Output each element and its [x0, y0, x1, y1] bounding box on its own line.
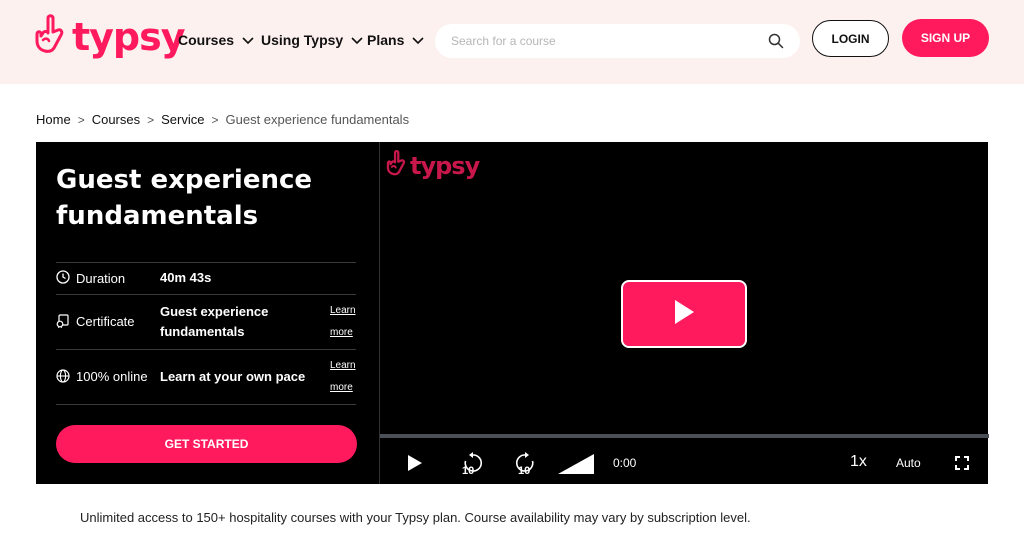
time-display: 0:00 — [613, 456, 637, 470]
online-learn-more-link[interactable]: Learn more — [330, 355, 360, 399]
login-button[interactable]: LOGIN — [812, 20, 889, 57]
play-icon[interactable] — [407, 454, 423, 477]
search-box — [435, 24, 800, 58]
certificate-label: Certificate — [76, 314, 135, 329]
course-title: Guest experience fundamentals — [56, 165, 313, 231]
duration-value: 40m 43s — [160, 270, 212, 285]
fullscreen-icon[interactable] — [955, 456, 969, 475]
volume-slider[interactable] — [557, 453, 595, 480]
big-play-button[interactable] — [621, 280, 747, 348]
chevron-down-icon — [242, 32, 254, 48]
quality-button[interactable]: Auto — [896, 456, 921, 470]
get-started-button[interactable]: GET STARTED — [56, 425, 357, 463]
hand-logo-icon — [34, 14, 68, 59]
breadcrumb-home[interactable]: Home — [36, 112, 71, 127]
breadcrumb-current: Guest experience fundamentals — [225, 112, 410, 127]
breadcrumb-separator: > — [77, 112, 85, 127]
divider — [56, 262, 356, 263]
certificate-learn-more-link[interactable]: Learn more — [330, 300, 360, 344]
breadcrumb-courses[interactable]: Courses — [92, 112, 140, 127]
online-label: 100% online — [76, 369, 148, 384]
play-icon — [673, 299, 695, 330]
rewind-10-icon[interactable]: 10 — [460, 450, 486, 481]
breadcrumb-service[interactable]: Service — [161, 112, 204, 127]
site-header: typsy Courses Using Typsy Plans LOGIN SI… — [0, 0, 1024, 84]
nav-plans-label: Plans — [367, 32, 405, 48]
course-info-panel: Guest experience fundamentals Duration 4… — [36, 142, 379, 484]
signup-button[interactable]: SIGN UP — [902, 19, 989, 57]
nav-courses[interactable]: Courses — [178, 32, 254, 48]
nav-using-typsy-label: Using Typsy — [261, 32, 344, 48]
watermark-text: typsy — [410, 151, 480, 180]
hand-logo-icon — [386, 150, 408, 181]
chevron-down-icon — [412, 32, 424, 48]
logo-text: typsy — [72, 14, 186, 59]
clock-icon — [56, 270, 70, 289]
online-value: Learn at your own pace — [160, 369, 306, 384]
duration-label: Duration — [76, 271, 126, 286]
video-watermark: typsy — [386, 150, 480, 181]
video-player[interactable]: typsy 10 10 0:00 1x Auto — [379, 142, 989, 484]
rewind-seconds: 10 — [462, 465, 474, 476]
search-icon[interactable] — [768, 33, 784, 54]
divider — [56, 349, 356, 350]
certificate-value: Guest experience fundamentals — [160, 304, 269, 339]
nav-using-typsy[interactable]: Using Typsy — [261, 32, 363, 48]
typsy-logo[interactable]: typsy — [34, 14, 186, 59]
search-input[interactable] — [451, 32, 751, 50]
forward-10-icon[interactable]: 10 — [512, 450, 538, 481]
forward-seconds: 10 — [518, 465, 530, 476]
divider — [56, 294, 356, 295]
nav-plans[interactable]: Plans — [367, 32, 424, 48]
breadcrumb: Home > Courses > Service > Guest experie… — [36, 112, 409, 127]
nav-courses-label: Courses — [178, 32, 235, 48]
divider — [56, 404, 356, 405]
playback-speed-button[interactable]: 1x — [850, 453, 867, 471]
chevron-down-icon — [351, 32, 363, 48]
breadcrumb-separator: > — [211, 112, 219, 127]
progress-bar[interactable] — [380, 434, 989, 438]
breadcrumb-separator: > — [147, 112, 155, 127]
plan-availability-note: Unlimited access to 150+ hospitality cou… — [80, 510, 751, 525]
certificate-icon — [56, 314, 70, 333]
globe-icon — [56, 369, 70, 388]
